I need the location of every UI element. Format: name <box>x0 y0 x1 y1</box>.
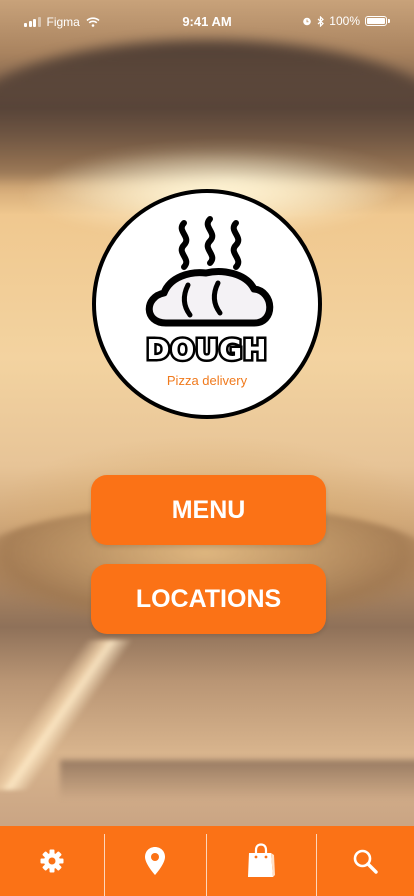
app-screen: Figma 9:41 AM 100% DOUGH Pizza delivery … <box>0 0 414 896</box>
gear-icon <box>40 849 64 873</box>
background-tray <box>60 760 414 800</box>
battery-icon <box>365 16 387 26</box>
tab-cart[interactable] <box>206 826 316 896</box>
status-right: 100% <box>302 14 390 28</box>
shopping-bag-icon <box>248 843 275 877</box>
menu-button[interactable]: MENU <box>91 475 326 545</box>
brand-name: DOUGH <box>144 331 269 369</box>
brand-tagline: Pizza delivery <box>166 373 248 388</box>
alarm-icon <box>303 17 312 26</box>
status-bar: Figma 9:41 AM 100% <box>0 0 414 44</box>
battery-cap <box>388 19 390 23</box>
search-icon <box>353 849 378 874</box>
map-pin-icon <box>145 847 165 875</box>
tab-settings[interactable] <box>0 826 104 896</box>
locations-button[interactable]: LOCATIONS <box>91 564 326 634</box>
battery-percent: 100% <box>329 14 360 28</box>
bluetooth-icon <box>317 15 325 27</box>
tab-bar <box>0 826 414 896</box>
tab-locations[interactable] <box>104 826 206 896</box>
brand-logo: DOUGH Pizza delivery <box>92 189 322 419</box>
tab-search[interactable] <box>316 826 414 896</box>
